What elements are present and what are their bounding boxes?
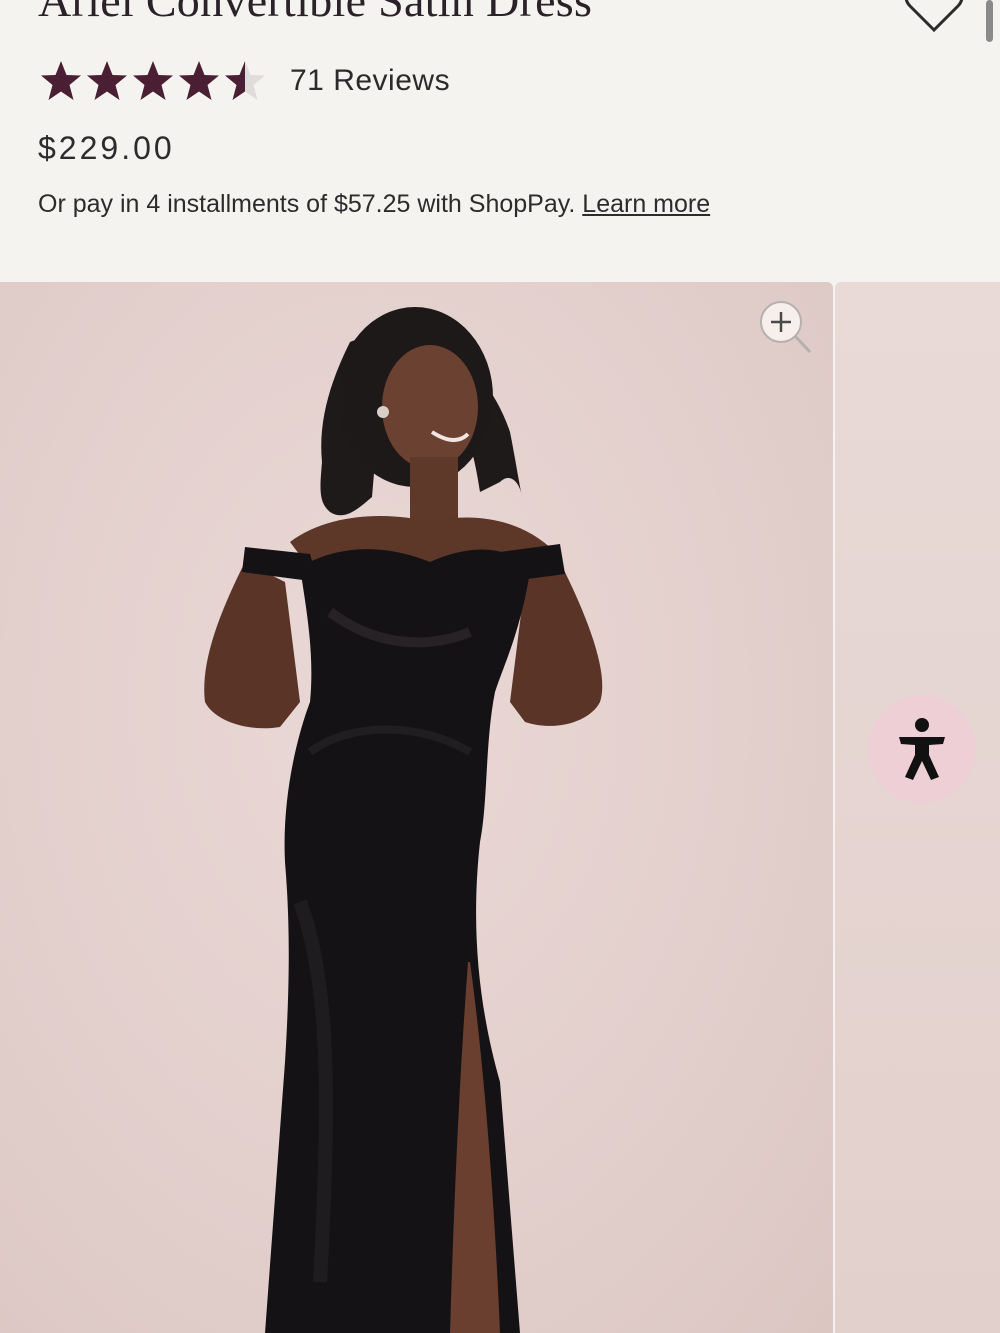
product-price: $229.00 [38, 130, 175, 166]
product-title: Ariel Convertible Satin Dress [38, 0, 593, 26]
product-gallery[interactable] [0, 282, 1000, 1333]
reviews-link[interactable]: 71 Reviews [290, 64, 450, 98]
product-image-next[interactable] [835, 282, 1000, 1333]
star-icon [87, 61, 127, 100]
learn-more-link[interactable]: Learn more [582, 190, 710, 218]
installments-info: Or pay in 4 installments of $57.25 with … [38, 190, 710, 219]
zoom-in-icon[interactable] [756, 300, 814, 358]
accessibility-button[interactable] [868, 695, 976, 803]
product-photo [204, 307, 603, 1333]
rating-stars [38, 56, 268, 106]
star-icon [225, 61, 265, 100]
star-icon [133, 61, 173, 100]
scrollbar[interactable] [986, 0, 993, 42]
rating[interactable]: 71 Reviews [38, 56, 450, 106]
star-icon [41, 61, 81, 100]
heart-icon[interactable] [900, 0, 968, 34]
star-icon [179, 61, 219, 100]
installments-text: Or pay in 4 installments of $57.25 with … [38, 190, 576, 218]
accessibility-icon [899, 718, 945, 780]
product-image-main[interactable] [0, 282, 833, 1333]
